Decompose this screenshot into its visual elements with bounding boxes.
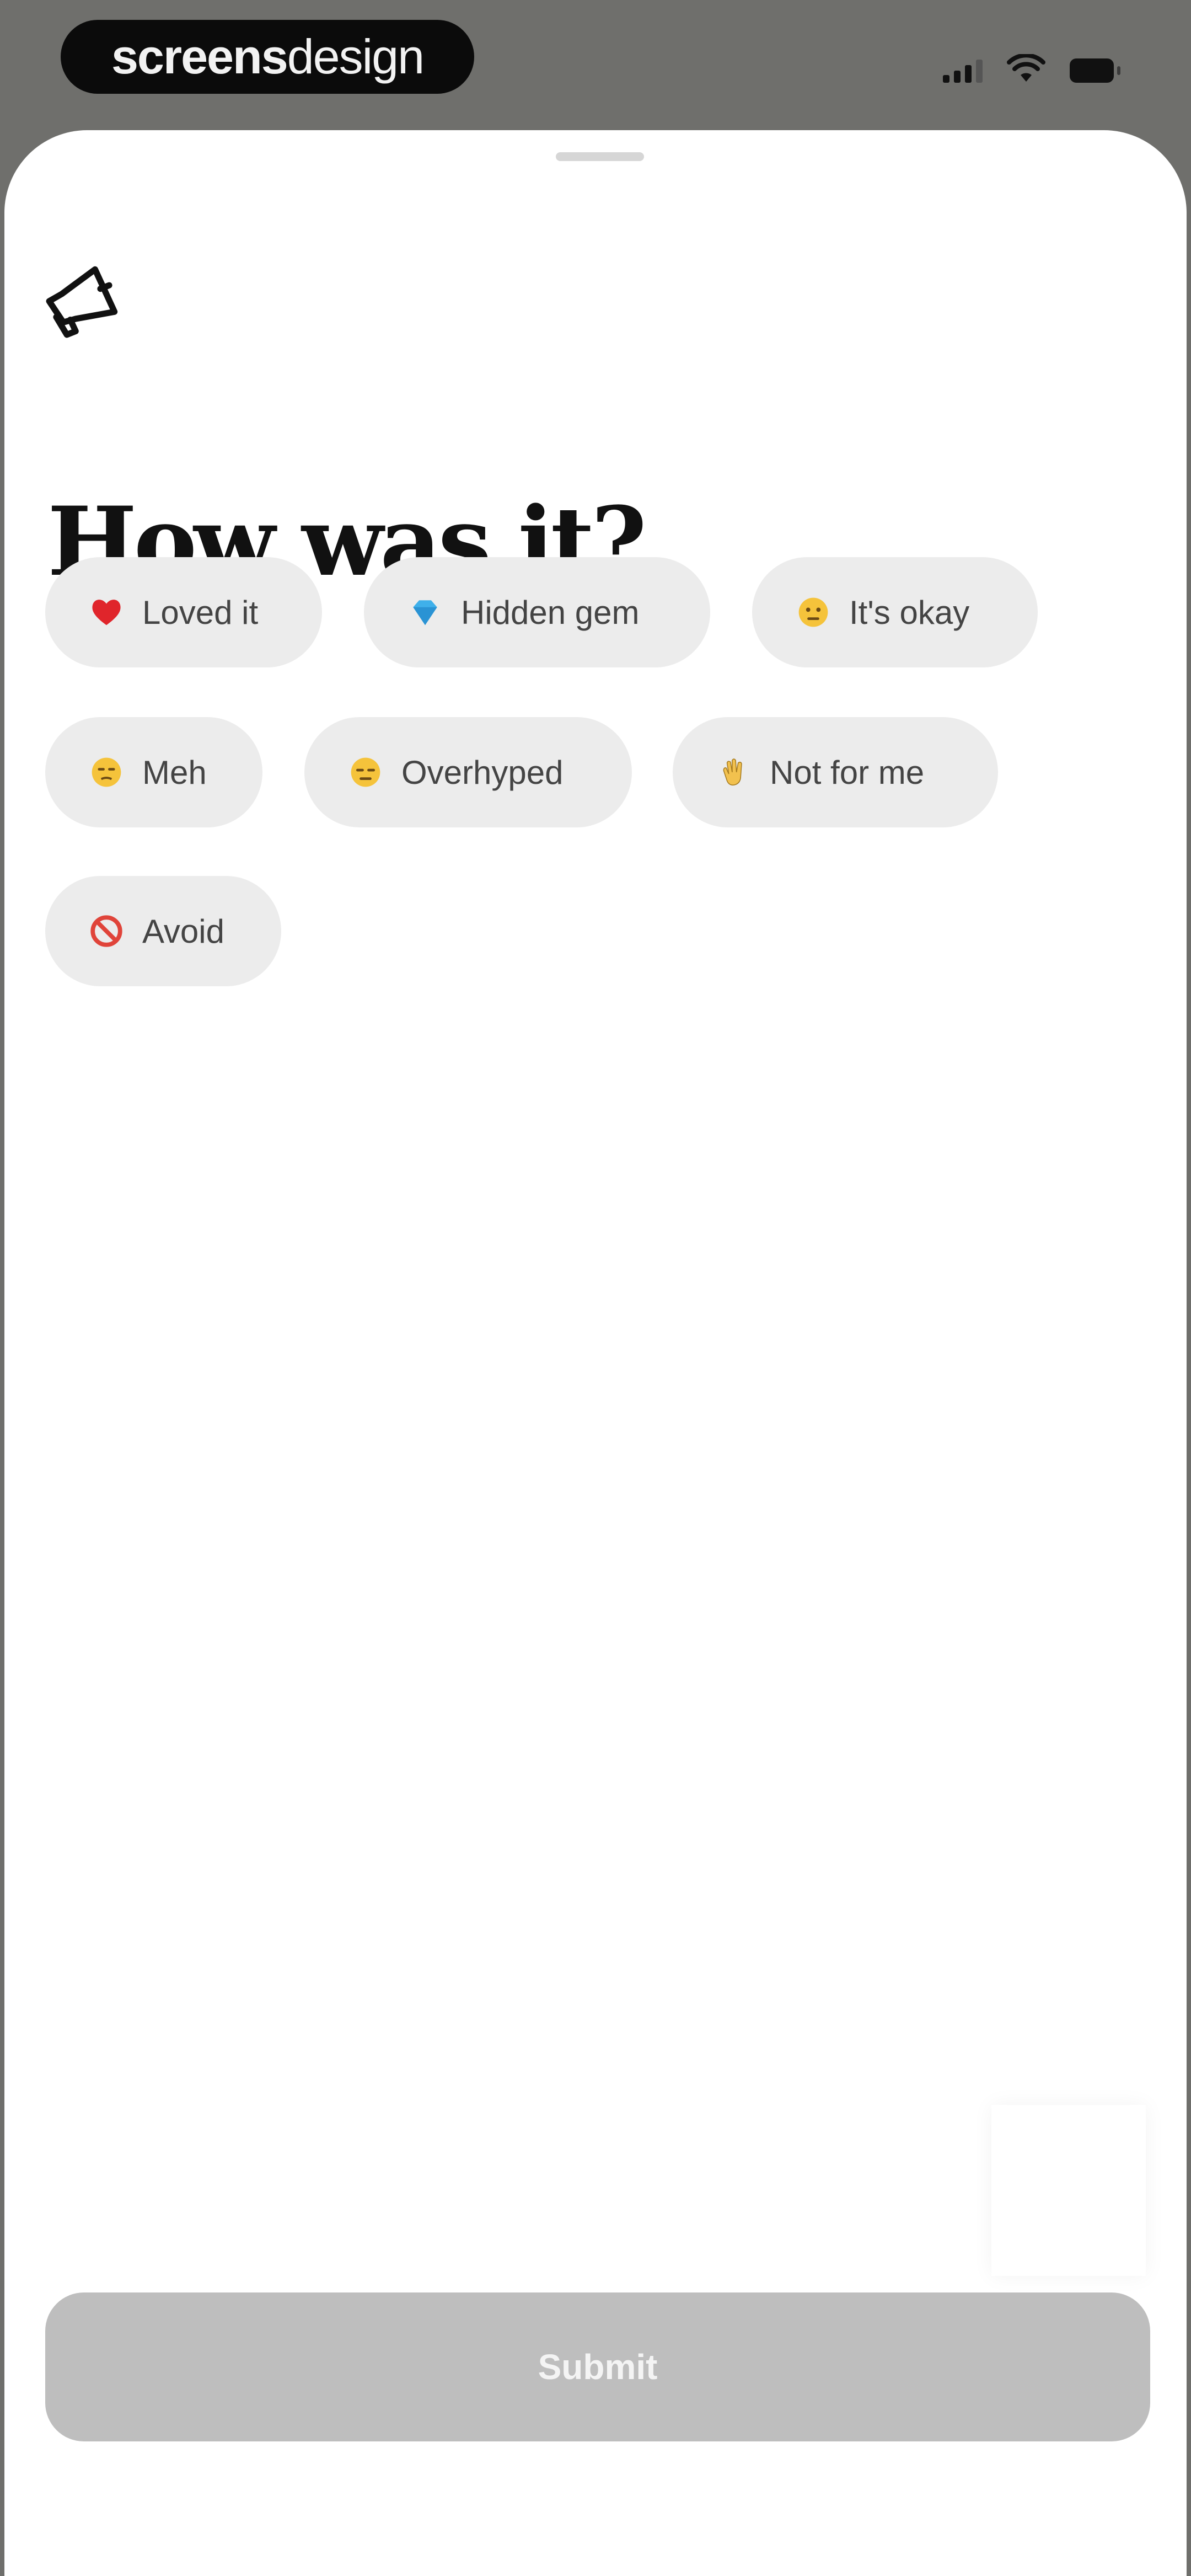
option-hidden-gem[interactable]: Hidden gem [364, 557, 710, 667]
option-meh[interactable]: Meh [45, 717, 262, 827]
status-icons [943, 50, 1120, 83]
option-label: Loved it [142, 594, 259, 631]
unamused-face-icon [92, 757, 121, 787]
neutral-face-icon [798, 597, 828, 627]
wifi-icon [1007, 54, 1045, 82]
option-label: Not for me [770, 753, 925, 791]
watermark-logo: screens design [61, 20, 474, 94]
floating-panel [991, 2105, 1146, 2276]
red-heart-icon [92, 600, 121, 626]
option-its-okay[interactable]: It's okay [752, 557, 1038, 667]
gem-icon [413, 600, 437, 626]
expressionless-face-icon [351, 757, 380, 787]
screen: screens design How was it? Loved it Hidd… [0, 0, 1191, 2576]
option-overhyped[interactable]: Overhyped [304, 717, 632, 827]
watermark-light-text: design [287, 29, 425, 84]
option-avoid[interactable]: Avoid [45, 876, 281, 986]
sheet-grabber[interactable] [556, 152, 644, 161]
option-label: Hidden gem [461, 594, 640, 631]
waving-hand-icon [723, 758, 742, 786]
option-loved-it[interactable]: Loved it [45, 557, 322, 667]
megaphone-icon [46, 266, 118, 338]
no-entry-icon [90, 915, 122, 947]
submit-button[interactable]: Submit [45, 2292, 1150, 2441]
option-not-for-me[interactable]: Not for me [673, 717, 998, 827]
watermark-bold-text: screens [111, 29, 288, 84]
option-label: Avoid [142, 912, 225, 950]
option-label: It's okay [849, 594, 970, 631]
option-label: Overhyped [401, 753, 564, 791]
status-bar: screens design [0, 0, 1191, 127]
option-label: Meh [142, 753, 207, 791]
feedback-sheet: How was it? Loved it Hidden gem It's oka… [4, 130, 1187, 2576]
cellular-signal-icon [943, 56, 983, 83]
battery-icon [1070, 58, 1120, 83]
